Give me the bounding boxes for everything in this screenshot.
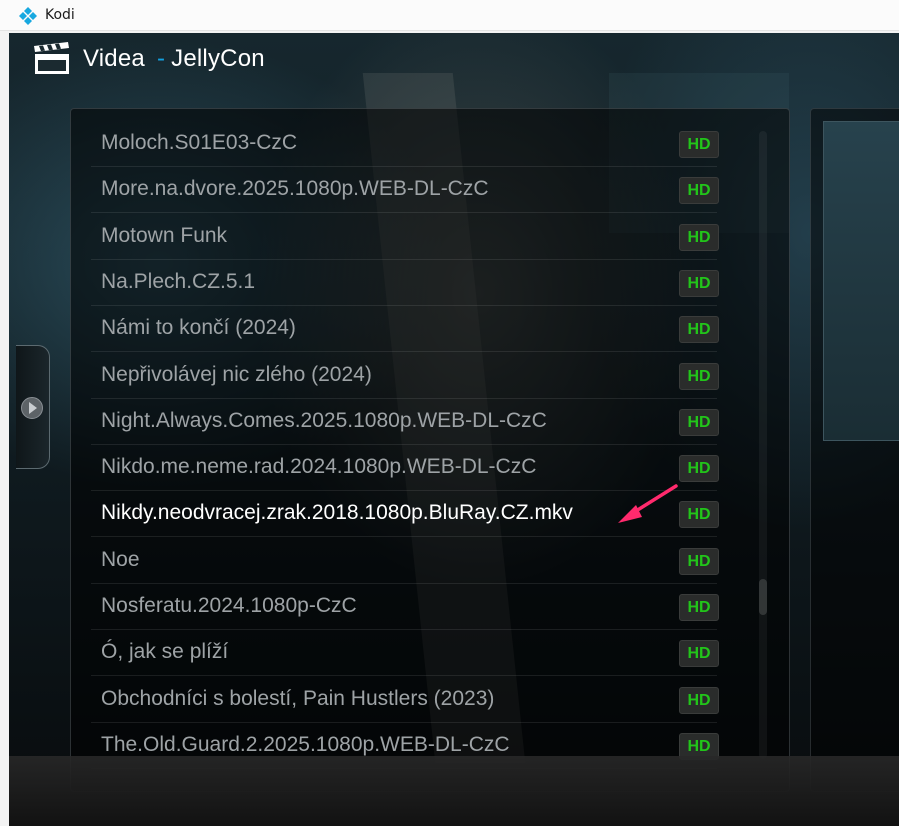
list-item[interactable]: Night.Always.Comes.2025.1080p.WEB-DL-CzC… [91,399,719,445]
list-item[interactable]: Na.Plech.CZ.5.1 HD [91,260,719,306]
bottom-bar [9,756,899,826]
window-title: Kodi [45,7,75,23]
kodi-main-view: Videa - JellyCon Moloch.S01E03-CzC HD More.n… [9,33,899,826]
hd-badge: HD [679,316,719,344]
list-item-label: Nepřivolávej nic zlého (2024) [101,362,372,386]
hd-badge: HD [679,131,719,158]
hd-badge: HD [679,594,719,621]
list-item-label: Nosferatu.2024.1080p-CzC [101,594,357,617]
page-subtitle: JellyCon [171,45,265,72]
scrollbar-track[interactable] [759,131,767,759]
clapperboard-icon [34,42,69,74]
hd-badge: HD [679,686,719,714]
list-item-label: Moloch.S01E03-CzC [101,131,298,154]
list-item[interactable]: Obchodníci s bolestí, Pain Hustlers (202… [91,677,719,723]
list-item[interactable]: Ó, jak se plíží HD [91,630,719,677]
list-item[interactable]: Nosferatu.2024.1080p-CzC HD [91,584,719,630]
list-item-label: Night.Always.Comes.2025.1080p.WEB-DL-CzC [101,408,547,432]
poster-thumbnail [823,121,899,441]
hd-badge: HD [679,640,719,668]
media-list-panel: Moloch.S01E03-CzC HD More.na.dvore.2025.10… [70,108,790,792]
hd-badge: HD [679,455,719,483]
list-item-label: More.na.dvore.2025.1080p.WEB-DL-CzC [101,177,489,201]
list-item-label: Ó, jak se plíží [101,640,229,664]
page-title-main: Videa [83,45,145,72]
info-panel [810,108,899,792]
hd-badge: HD [679,501,719,529]
list-item[interactable]: Nepřivolávej nic zlého (2024) HD [91,353,719,399]
hd-badge: HD [679,269,719,297]
kodi-logo-icon [19,7,37,25]
hd-badge: HD [679,547,719,575]
list-item[interactable]: Noe HD [91,538,719,584]
list-item[interactable]: Námi to končí (2024) HD [91,306,719,353]
scrollbar-thumb[interactable] [759,579,767,615]
hd-badge: HD [679,408,719,436]
list-item-label: The.Old.Guard.2.2025.1080p.WEB-DL-CzC [101,732,510,756]
list-item-label: Motown Funk [101,223,228,247]
chevron-right-icon[interactable] [21,397,43,419]
hd-badge: HD [679,223,719,251]
list-item-label: Námi to končí (2024) [101,316,296,340]
title-separator: - [156,45,166,72]
list-item-label: Obchodníci s bolestí, Pain Hustlers (202… [101,686,495,710]
list-item-label: Nikdo.me.neme.rad.2024.1080p.WEB-DL-CzC [101,455,537,479]
hd-badge: HD [679,362,719,390]
list-item-label: Noe [101,547,140,571]
list-item-label: Na.Plech.CZ.5.1 [101,269,256,293]
page-title: Videa - JellyCon [83,45,265,73]
list-item[interactable]: Motown Funk HD [91,214,719,260]
list-item-label: Nikdy.neodvracej.zrak.2018.1080p.BluRay.… [101,501,573,525]
window-title-bar: Kodi [0,0,899,31]
list-item[interactable]: Moloch.S01E03-CzC HD [91,121,719,167]
list-item[interactable]: More.na.dvore.2025.1080p.WEB-DL-CzC HD [91,167,719,214]
pointer-arrow-icon [618,484,678,523]
hd-badge: HD [679,177,719,205]
